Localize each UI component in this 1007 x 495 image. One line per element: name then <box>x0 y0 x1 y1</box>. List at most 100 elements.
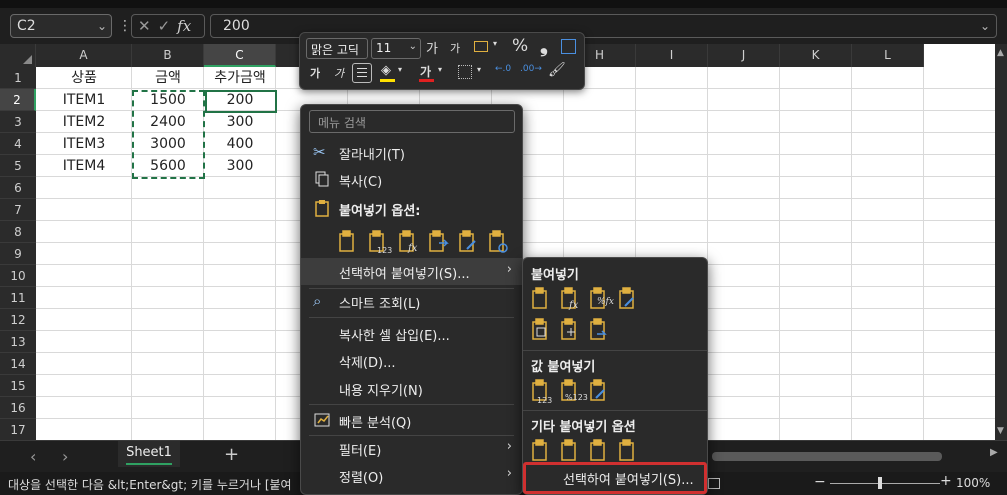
row-header-4[interactable]: 4 <box>0 133 36 155</box>
column-header-k[interactable]: K <box>780 44 852 67</box>
cell-c4[interactable]: 400 <box>204 133 276 155</box>
row-header-9[interactable]: 9 <box>0 243 36 265</box>
zoom-slider-thumb[interactable] <box>878 477 882 489</box>
borders-icon[interactable] <box>458 65 472 79</box>
expand-formula-icon[interactable]: ⌄ <box>980 17 990 35</box>
row-header-10[interactable]: 10 <box>0 265 36 287</box>
shrink-font-button[interactable]: 가 <box>450 40 460 56</box>
paste-special-dialog-item[interactable]: 선택하여 붙여넣기(S)... <box>523 462 707 494</box>
row-header-13[interactable]: 13 <box>0 331 36 353</box>
menu-item-copy[interactable]: 복사(C) <box>301 166 522 193</box>
row-header-16[interactable]: 16 <box>0 397 36 419</box>
zoom-level[interactable]: 100% <box>956 476 990 490</box>
column-header-c[interactable]: C <box>204 44 276 67</box>
menu-search-input[interactable]: 메뉴 검색 <box>309 110 515 133</box>
zoom-slider[interactable] <box>830 483 940 484</box>
menu-item-sort[interactable]: 정렬(O) › <box>301 462 522 489</box>
menu-item-filter[interactable]: 필터(E) › <box>301 435 522 462</box>
row-header-17[interactable]: 17 <box>0 419 36 440</box>
zoom-out-button[interactable]: − <box>814 474 826 490</box>
menu-item-quick-analysis[interactable]: 빠른 분석(Q) <box>301 407 522 434</box>
increase-decimal-icon[interactable]: ←.0 <box>495 64 511 74</box>
format-painter-icon[interactable]: 🖌 <box>548 62 566 78</box>
quick-analysis-icon <box>313 411 331 429</box>
number-format-icon[interactable] <box>474 41 488 52</box>
cell-b1[interactable]: 금액 <box>132 67 204 89</box>
row-header-2[interactable]: 2 <box>0 89 36 111</box>
other-paste-icons[interactable] <box>527 438 647 462</box>
align-center-button[interactable] <box>352 63 372 83</box>
row-header-6[interactable]: 6 <box>0 177 36 199</box>
name-box[interactable]: C2 ⌄ <box>10 14 112 38</box>
cell-c1[interactable]: 추가금액 <box>204 67 276 89</box>
more-options-icon[interactable]: ⋮ <box>118 18 132 34</box>
select-all-button[interactable] <box>0 44 36 67</box>
chevron-down-icon[interactable]: ⌄ <box>409 41 417 52</box>
cancel-icon[interactable]: ✕ <box>138 17 151 35</box>
prev-sheet-icon[interactable]: ‹ <box>30 447 36 466</box>
row-header-8[interactable]: 8 <box>0 221 36 243</box>
add-sheet-button[interactable]: + <box>224 444 239 465</box>
menu-item-label: 잘라내기(T) <box>339 148 405 163</box>
column-header-i[interactable]: I <box>636 44 708 67</box>
chevron-down-icon[interactable]: ▾ <box>438 65 442 74</box>
menu-item-smart-lookup[interactable]: ⌕ 스마트 조회(L) <box>301 288 522 315</box>
row-header-1[interactable]: 1 <box>0 67 36 89</box>
paste-values-icons[interactable]: 123 %123 <box>527 378 627 408</box>
font-color-swatch <box>419 79 434 82</box>
row-header-15[interactable]: 15 <box>0 375 36 397</box>
column-header-a[interactable]: A <box>36 44 132 67</box>
row-header-3[interactable]: 3 <box>0 111 36 133</box>
decrease-decimal-icon[interactable]: .00→ <box>520 64 542 74</box>
cell-c3[interactable]: 300 <box>204 111 276 133</box>
search-icon: ⌕ <box>313 292 322 310</box>
fill-color-swatch <box>380 79 395 82</box>
chevron-down-icon[interactable]: ⌄ <box>97 17 107 35</box>
percent-button[interactable]: % <box>512 36 528 56</box>
column-header-b[interactable]: B <box>132 44 204 67</box>
row-header-7[interactable]: 7 <box>0 199 36 221</box>
check-icon[interactable]: ✓ <box>158 17 171 35</box>
horizontal-scrollbar-thumb[interactable] <box>712 452 942 461</box>
cell-a3[interactable]: ITEM2 <box>36 111 132 133</box>
fill-color-icon[interactable]: ◈ <box>381 63 391 78</box>
bold-button[interactable]: 가 <box>310 65 320 81</box>
next-sheet-icon[interactable]: › <box>62 447 68 466</box>
column-header-j[interactable]: J <box>708 44 780 67</box>
font-color-button[interactable]: 가 <box>420 63 431 80</box>
zoom-in-button[interactable]: + <box>940 473 952 489</box>
chevron-down-icon[interactable]: ▾ <box>398 65 402 74</box>
scroll-down-icon[interactable]: ▼ <box>997 426 1004 436</box>
row-header-14[interactable]: 14 <box>0 353 36 375</box>
page-layout-view-icon[interactable] <box>708 478 720 489</box>
font-size-box[interactable]: 11 ⌄ <box>371 38 421 59</box>
menu-item-delete[interactable]: 삭제(D)... <box>301 347 522 374</box>
paste-icons-group[interactable]: fx %fx <box>527 286 647 346</box>
format-table-icon[interactable] <box>561 39 576 54</box>
cell-a2[interactable]: ITEM1 <box>36 89 132 111</box>
insert-function-button[interactable]: fx <box>177 17 191 35</box>
row-header-5[interactable]: 5 <box>0 155 36 177</box>
font-name-box[interactable]: 맑은 고딕 <box>306 38 368 59</box>
italic-button[interactable]: 가 <box>334 65 344 81</box>
comma-style-button[interactable]: ❟ <box>540 33 548 57</box>
cell-a1[interactable]: 상품 <box>36 67 132 89</box>
cell-a5[interactable]: ITEM4 <box>36 155 132 177</box>
menu-item-paste-special[interactable]: 선택하여 붙여넣기(S)... › <box>301 258 522 285</box>
cell-c5[interactable]: 300 <box>204 155 276 177</box>
scroll-right-icon[interactable]: ▶ <box>990 447 998 458</box>
vertical-scrollbar[interactable]: ▲ ▼ <box>995 44 1007 440</box>
column-header-l[interactable]: L <box>852 44 924 67</box>
menu-item-cut[interactable]: ✂ 잘라내기(T) <box>301 139 522 166</box>
grow-font-button[interactable]: 가 <box>426 38 438 57</box>
row-header-12[interactable]: 12 <box>0 309 36 331</box>
cell-a4[interactable]: ITEM3 <box>36 133 132 155</box>
chevron-down-icon[interactable]: ▾ <box>493 39 497 48</box>
menu-item-clear-contents[interactable]: 내용 지우기(N) <box>301 375 522 402</box>
row-header-11[interactable]: 11 <box>0 287 36 309</box>
sheet-tab-sheet1[interactable]: Sheet1 <box>118 441 180 467</box>
active-cell-border <box>205 90 277 113</box>
scroll-up-icon[interactable]: ▲ <box>997 48 1004 58</box>
chevron-down-icon[interactable]: ▾ <box>477 65 481 74</box>
menu-item-insert-copied-cells[interactable]: 복사한 셀 삽입(E)... <box>301 320 522 347</box>
